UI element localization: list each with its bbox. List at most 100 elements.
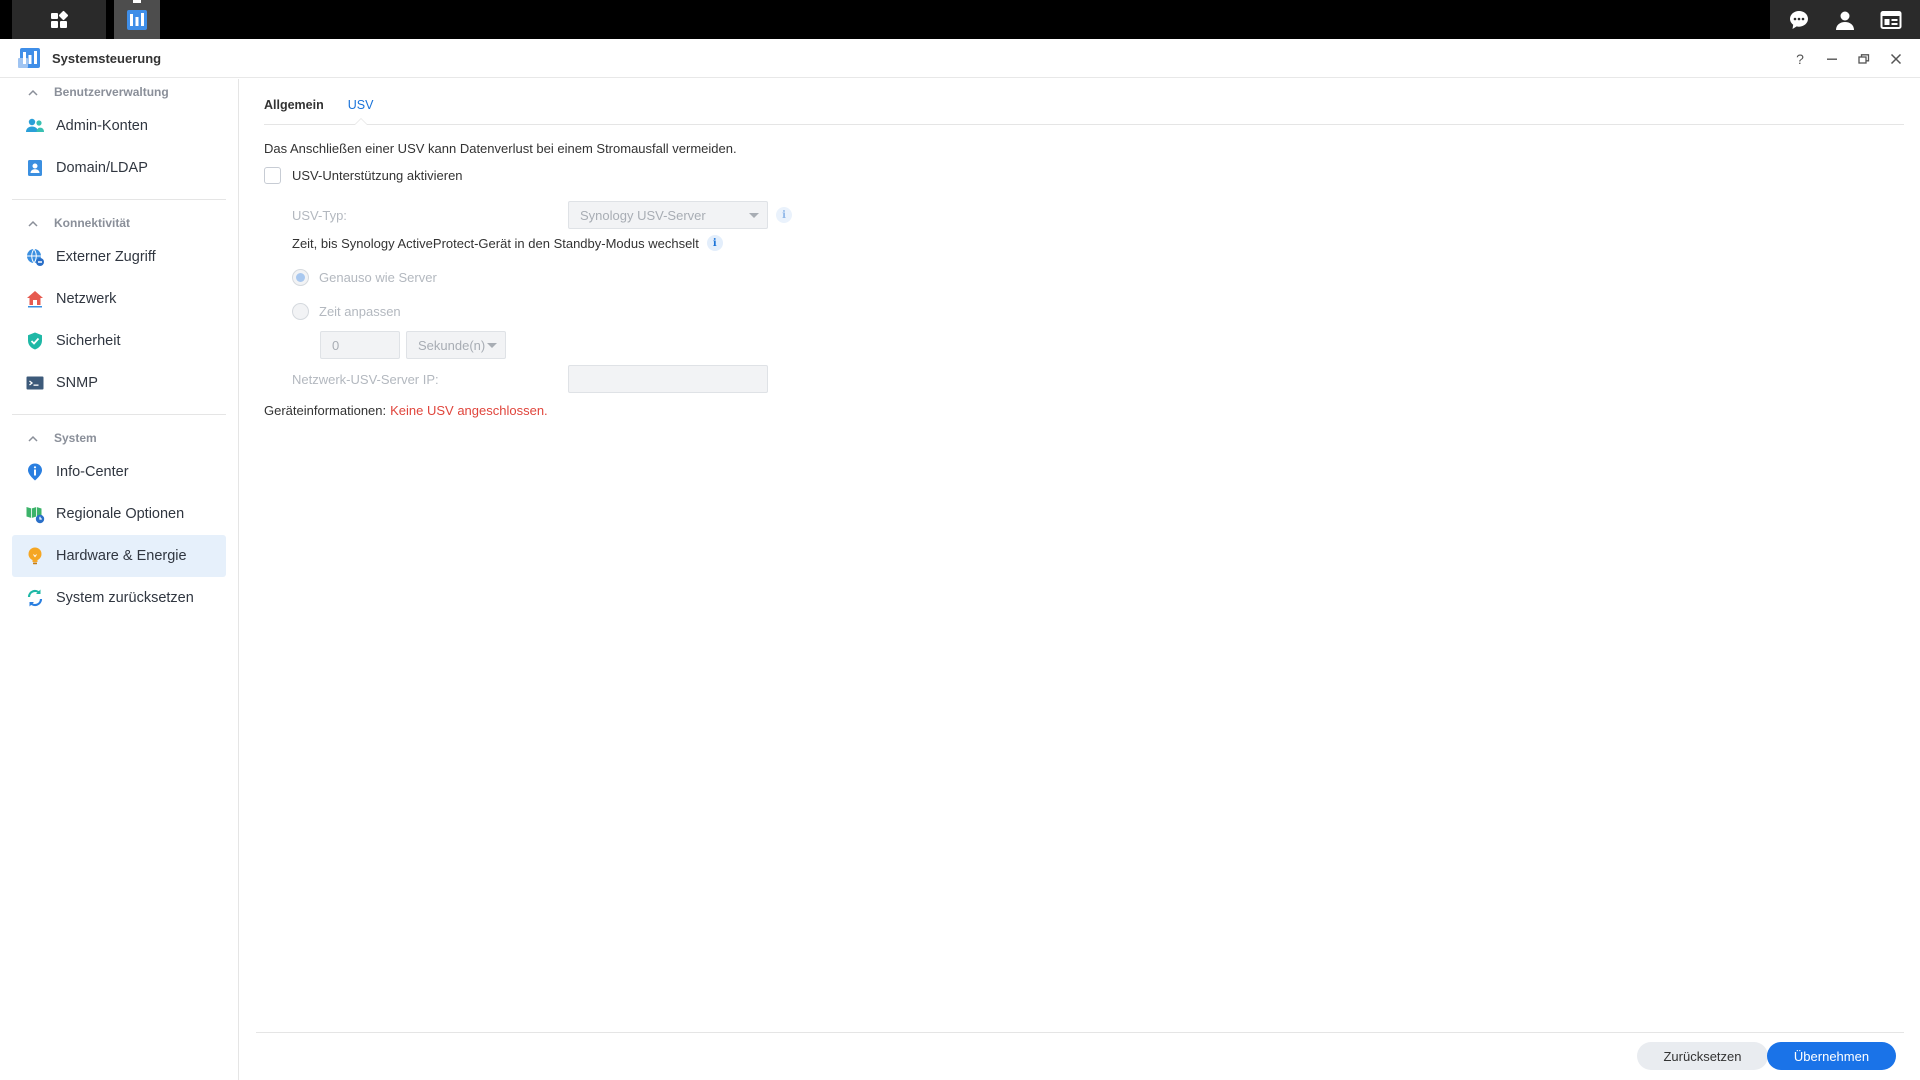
chevron-down-icon [749,213,759,218]
sidebar: Benutzerverwaltung Admin-Konten Domain/L… [0,79,239,1080]
sidebar-item-label: Externer Zugriff [56,249,156,265]
time-unit-value: Sekunde(n) [418,337,486,353]
footer-bar: Zurücksetzen Übernehmen [256,1032,1904,1080]
sidebar-item-label: Netzwerk [56,291,117,307]
house-network-icon [27,291,43,308]
bulb-icon [28,547,42,565]
sidebar-item-label: SNMP [56,375,98,391]
sidebar-item-admin-accounts[interactable]: Admin-Konten [12,105,226,147]
close-icon [1890,53,1902,64]
tab-ups[interactable]: USV [348,98,373,125]
radio-same-row: Genauso wie Server [292,269,437,286]
apply-button[interactable]: Übernehmen [1767,1042,1896,1070]
widgets-icon [1880,10,1902,29]
sidebar-item-label: Regionale Optionen [56,506,185,522]
sidebar-item-security[interactable]: Sicherheit [12,320,226,362]
grid-icon [51,10,69,28]
minimize-icon [1827,58,1837,60]
control-panel-icon [127,9,147,30]
sidebar-item-system-reset[interactable]: System zurücksetzen [12,577,226,619]
standby-row: Zeit, bis Synology ActiveProtect-Gerät i… [292,235,723,251]
tab-general[interactable]: Allgemein [264,98,324,124]
tab-bar: Allgemein USV [264,79,1904,125]
ups-settings: Das Anschließen einer USV kann Datenverl… [264,141,1904,418]
sidebar-item-label: Info-Center [56,464,129,480]
id-card-icon [28,160,42,176]
window-titlebar[interactable]: Systemsteuerung ? [0,39,1920,78]
sidebar-item-label: Hardware & Energie [56,548,187,564]
reset-button[interactable]: Zurücksetzen [1637,1042,1768,1070]
chevron-up-icon [28,89,38,96]
info-icon[interactable]: i [706,235,723,251]
info-pin-icon [28,463,42,481]
user-icon [1836,11,1854,30]
close-button[interactable] [1886,49,1906,69]
radio-same-as-server[interactable] [292,269,309,286]
restore-button[interactable] [1854,49,1874,69]
reset-arrows-icon [27,589,43,607]
standby-label: Zeit, bis Synology ActiveProtect-Gerät i… [292,235,699,251]
sidebar-item-label: Admin-Konten [56,118,148,134]
users-icon [26,118,44,132]
server-ip-input[interactable] [568,365,768,393]
sidebar-item-info-center[interactable]: Info-Center [12,451,226,493]
info-icon[interactable]: i [776,207,792,223]
map-clock-icon [26,507,45,524]
sidebar-item-hardware-energy[interactable]: Hardware & Energie [12,535,226,577]
restore-icon [1858,53,1870,64]
sidebar-item-external-access[interactable]: Externer Zugriff [12,236,226,278]
ups-type-select[interactable]: Synology USV-Server [568,201,768,229]
ups-type-value: Synology USV-Server [580,207,706,223]
server-ip-label: Netzwerk-USV-Server IP: [292,371,439,387]
sidebar-item-network[interactable]: Netzwerk [12,278,226,320]
control-panel-window: Systemsteuerung ? Benutzerverwaltung Adm… [0,39,1920,1080]
help-icon: ? [1796,50,1804,67]
user-button[interactable] [1830,5,1860,35]
sidebar-item-snmp[interactable]: SNMP [12,362,226,404]
ups-enable-checkbox[interactable] [264,167,281,184]
ups-type-row: USV-Typ: Synology USV-Server i [292,201,792,229]
help-button[interactable]: ? [1790,49,1810,69]
ups-enable-label[interactable]: USV-Unterstützung aktivieren [292,168,463,183]
main-menu-button[interactable] [12,0,106,39]
custom-time-row: 0 Sekunde(n) [320,331,506,359]
sidebar-item-label: System zurücksetzen [56,590,194,606]
radio-custom-time[interactable] [292,303,309,320]
globe-link-icon [27,248,44,266]
ups-enable-row: USV-Unterstützung aktivieren [264,167,463,184]
device-info-status: Keine USV angeschlossen. [390,403,548,418]
time-unit-select[interactable]: Sekunde(n) [406,331,506,359]
sidebar-group-system[interactable]: System [0,425,238,451]
ups-type-label: USV-Typ: [292,207,347,223]
sidebar-group-label: Benutzerverwaltung [54,85,169,99]
device-info-label: Geräteinformationen: [264,403,387,418]
shield-check-icon [28,332,42,350]
window-title: Systemsteuerung [52,50,162,66]
sidebar-group-label: System [54,431,97,445]
radio-custom-row: Zeit anpassen [292,303,401,320]
sidebar-group-connectivity[interactable]: Konnektivität [0,210,238,236]
sidebar-group-user-management[interactable]: Benutzerverwaltung [0,79,238,105]
sidebar-item-regional-options[interactable]: Regionale Optionen [12,493,226,535]
sidebar-group-label: Konnektivität [54,216,131,230]
ups-description: Das Anschließen einer USV kann Datenverl… [264,141,737,156]
control-panel-icon [18,48,40,68]
chevron-down-icon [487,343,497,348]
widgets-button[interactable] [1876,5,1906,35]
main-panel: Allgemein USV Das Anschließen einer USV … [240,79,1920,1080]
time-value-input[interactable]: 0 [320,331,400,359]
terminal-icon [26,376,44,390]
taskbar [0,0,1920,39]
sidebar-item-label: Domain/LDAP [56,160,148,176]
radio-same-label: Genauso wie Server [319,270,437,285]
sidebar-item-label: Sicherheit [56,333,121,349]
sidebar-divider [12,414,226,415]
device-info-row: Geräteinformationen: Keine USV angeschlo… [264,403,548,418]
sidebar-item-domain-ldap[interactable]: Domain/LDAP [12,147,226,189]
chevron-up-icon [28,220,38,227]
server-ip-row: Netzwerk-USV-Server IP: [292,365,768,393]
minimize-button[interactable] [1822,49,1842,69]
control-panel-taskbar-button[interactable] [114,0,160,39]
chat-button[interactable] [1784,5,1814,35]
radio-custom-label: Zeit anpassen [319,304,401,319]
